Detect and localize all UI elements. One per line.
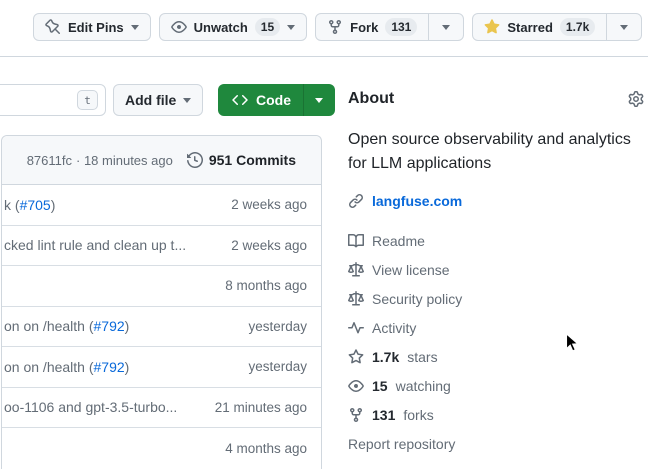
pulse-icon (348, 320, 364, 336)
license-link[interactable]: View license (348, 255, 462, 284)
chevron-down-icon (442, 25, 450, 30)
security-policy-link[interactable]: Security policy (348, 284, 462, 313)
commit-message[interactable]: on on /health (#792) (4, 318, 129, 334)
website-row: langfuse.com (348, 193, 462, 209)
law-icon (348, 291, 364, 307)
unwatch-label: Unwatch (194, 20, 248, 35)
table-row[interactable]: k (#705) 2 weeks ago (2, 185, 321, 226)
file-table: 87611fc · 18 minutes ago 951 Commits k (… (1, 135, 322, 469)
repo-description: Open source observability and analytics … (348, 128, 650, 176)
table-row[interactable]: on on /health (#792) yesterday (2, 347, 321, 388)
watchers-count-badge: 15 (255, 18, 280, 36)
header-divider (0, 56, 648, 57)
fork-button[interactable]: Fork 131 (316, 14, 428, 40)
commit-time: · 18 minutes ago (76, 153, 173, 168)
table-row[interactable]: oo-1106 and gpt-3.5-turbo... 21 minutes … (2, 388, 321, 429)
fork-label: Fork (350, 20, 378, 35)
latest-commit-bar: 87611fc · 18 minutes ago 951 Commits (2, 136, 321, 185)
commit-history-link[interactable]: 951 Commits (187, 152, 296, 168)
star-icon (348, 349, 364, 365)
about-links: Readme View license Security policy Acti… (348, 226, 462, 458)
commit-message[interactable]: oo-1106 and gpt-3.5-turbo... (4, 399, 177, 415)
repo-forked-icon (348, 407, 364, 423)
book-icon (348, 233, 364, 249)
chevron-down-icon (183, 98, 191, 103)
chevron-down-icon (315, 98, 323, 103)
gear-icon (628, 91, 644, 107)
starred-label: Starred (507, 20, 553, 35)
keyboard-shortcut-hint: t (77, 90, 98, 110)
readme-link[interactable]: Readme (348, 226, 462, 255)
report-repository-link[interactable]: Report repository (348, 429, 462, 458)
add-file-label: Add file (125, 92, 176, 108)
edit-pins-button[interactable]: Edit Pins (33, 13, 151, 41)
pin-icon (45, 19, 61, 35)
about-sidebar: About Open source observability and anal… (348, 84, 648, 468)
edit-pins-label: Edit Pins (68, 20, 124, 35)
history-icon (187, 152, 203, 168)
eye-icon (348, 378, 364, 394)
commit-date: yesterday (248, 359, 307, 374)
chevron-down-icon (620, 25, 628, 30)
star-dropdown-button[interactable] (606, 14, 641, 40)
code-button[interactable]: Code (218, 84, 335, 116)
chevron-down-icon (131, 25, 139, 30)
repo-action-bar: Edit Pins Unwatch 15 Fork 131 Starred 1.… (33, 13, 642, 41)
latest-commit-meta[interactable]: 87611fc · 18 minutes ago (27, 153, 173, 168)
code-dropdown-button[interactable] (303, 84, 335, 116)
issue-link[interactable]: #705 (20, 197, 51, 213)
commit-date: 2 weeks ago (231, 238, 307, 253)
commit-date: 2 weeks ago (231, 197, 307, 212)
chevron-down-icon (287, 25, 295, 30)
law-icon (348, 262, 364, 278)
table-row[interactable]: on on /health (#792) yesterday (2, 307, 321, 348)
commit-date: 4 months ago (225, 441, 307, 456)
star-button-group: Starred 1.7k (472, 13, 642, 41)
code-label: Code (256, 92, 291, 108)
starred-button[interactable]: Starred 1.7k (473, 14, 606, 40)
star-fill-icon (484, 19, 500, 35)
repo-forked-icon (327, 19, 343, 35)
commit-date: 8 months ago (225, 278, 307, 293)
table-row[interactable]: cked lint rule and clean up t... 2 weeks… (2, 226, 321, 267)
commit-message[interactable]: k (#705) (4, 197, 55, 213)
forks-count-badge: 131 (385, 18, 417, 36)
commit-date: yesterday (248, 319, 307, 334)
watching-link[interactable]: 15 watching (348, 371, 462, 400)
issue-link[interactable]: #792 (94, 318, 125, 334)
commit-hash[interactable]: 87611fc (27, 153, 72, 168)
eye-icon (171, 19, 187, 35)
commit-message[interactable]: on on /health (#792) (4, 359, 129, 375)
stars-link[interactable]: 1.7k stars (348, 342, 462, 371)
commit-message[interactable]: cked lint rule and clean up t... (4, 237, 186, 253)
commits-count: 951 Commits (209, 152, 296, 168)
fork-dropdown-button[interactable] (428, 14, 463, 40)
code-icon (232, 92, 248, 108)
issue-link[interactable]: #792 (94, 359, 125, 375)
unwatch-button[interactable]: Unwatch 15 (159, 13, 308, 41)
table-row[interactable]: 8 months ago (2, 266, 321, 307)
go-to-file-input[interactable]: t (0, 84, 106, 116)
commit-date: 21 minutes ago (215, 400, 307, 415)
forks-link[interactable]: 131 forks (348, 400, 462, 429)
table-row[interactable]: 4 months ago (2, 428, 321, 469)
stars-count-badge: 1.7k (560, 18, 595, 36)
link-icon (348, 193, 364, 209)
about-title: About (348, 90, 394, 108)
add-file-button[interactable]: Add file (113, 84, 203, 116)
website-link[interactable]: langfuse.com (372, 193, 462, 209)
repo-settings-button[interactable] (628, 91, 644, 107)
fork-button-group: Fork 131 (315, 13, 464, 41)
activity-link[interactable]: Activity (348, 313, 462, 342)
